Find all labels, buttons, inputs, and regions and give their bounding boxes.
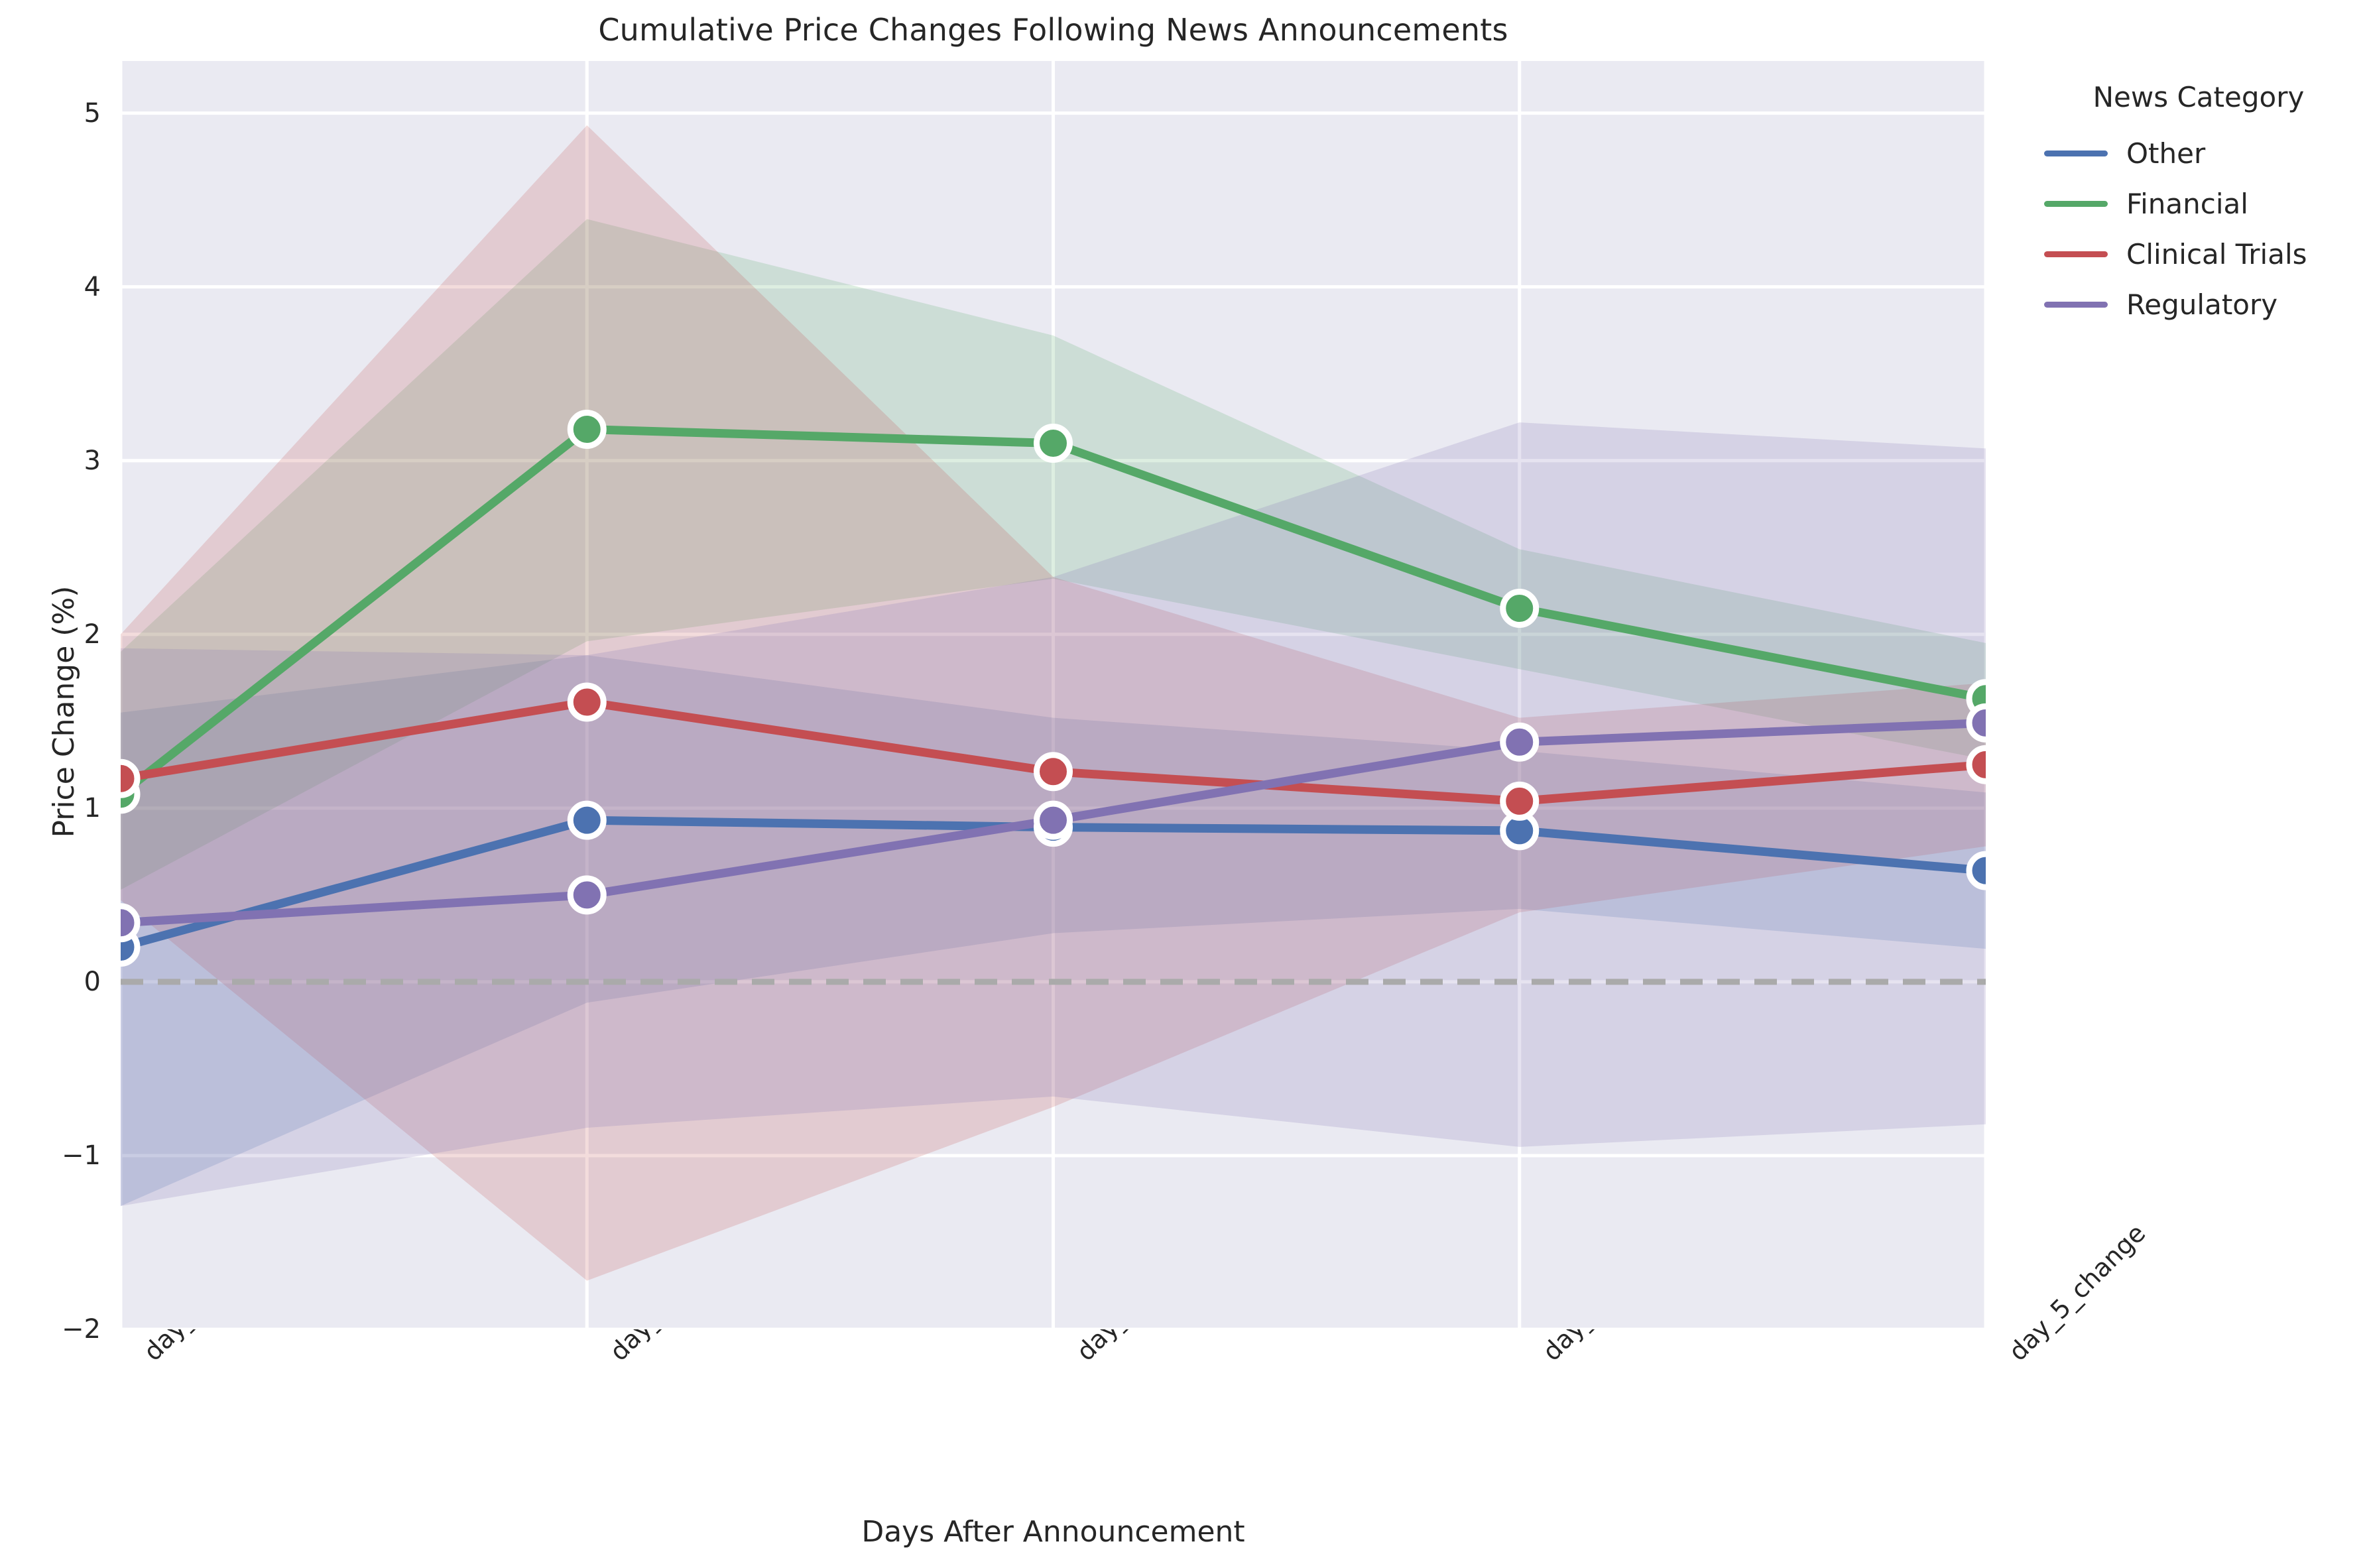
legend-item-clinical-trials[interactable]: Clinical Trials <box>2044 229 2356 279</box>
plot-canvas <box>121 61 1986 1329</box>
chart-figure: Cumulative Price Changes Following News … <box>0 0 2365 1568</box>
page-title: Cumulative Price Changes Following News … <box>598 12 1508 48</box>
y-tick-label: 3 <box>84 445 101 476</box>
marker-financial <box>567 410 607 450</box>
marker-other <box>567 800 607 840</box>
legend-item-regulatory[interactable]: Regulatory <box>2044 279 2356 330</box>
y-tick-label: 1 <box>84 792 101 823</box>
y-tick-label: 5 <box>84 97 101 129</box>
legend-color-swatch <box>2044 301 2108 308</box>
y-tick-label: −1 <box>62 1140 101 1171</box>
legend-color-swatch <box>2044 200 2108 207</box>
marker-clinical-trials <box>1034 752 1073 792</box>
marker-clinical-trials <box>1500 781 1540 821</box>
legend-title: News Category <box>2092 81 2305 113</box>
marker-clinical-trials <box>567 682 607 722</box>
legend-item-label: Financial <box>2126 187 2248 220</box>
marker-clinical-trials <box>1966 745 1986 784</box>
legend-item-label: Clinical Trials <box>2126 237 2307 271</box>
marker-regulatory <box>567 875 607 915</box>
marker-financial <box>1500 588 1540 628</box>
y-tick-label: 2 <box>84 619 101 650</box>
legend-item-label: Regulatory <box>2126 288 2278 321</box>
marker-regulatory <box>1966 703 1986 743</box>
marker-other <box>1966 851 1986 890</box>
legend-items: Other Financial Clinical Trials Regulatory <box>2044 128 2356 330</box>
marker-financial <box>1034 424 1073 463</box>
marker-regulatory <box>121 903 141 943</box>
legend-item-other[interactable]: Other <box>2044 128 2356 178</box>
legend-color-swatch <box>2044 251 2108 257</box>
legend-item-label: Other <box>2126 137 2206 170</box>
x-tick-label: day_5_change <box>2003 1218 2152 1367</box>
marker-regulatory <box>1500 722 1540 762</box>
y-tick-label: −2 <box>62 1314 101 1345</box>
plot-area <box>121 61 1986 1329</box>
marker-regulatory <box>1034 800 1073 840</box>
y-tick-label: 4 <box>84 271 101 302</box>
legend-color-swatch <box>2044 150 2108 156</box>
legend: News Category Other Financial Clinical Tri… <box>2044 81 2356 330</box>
x-axis-label: Days After Announcement <box>861 1515 1245 1549</box>
y-tick-label: 0 <box>84 966 101 997</box>
legend-item-financial[interactable]: Financial <box>2044 178 2356 229</box>
marker-clinical-trials <box>121 758 141 798</box>
